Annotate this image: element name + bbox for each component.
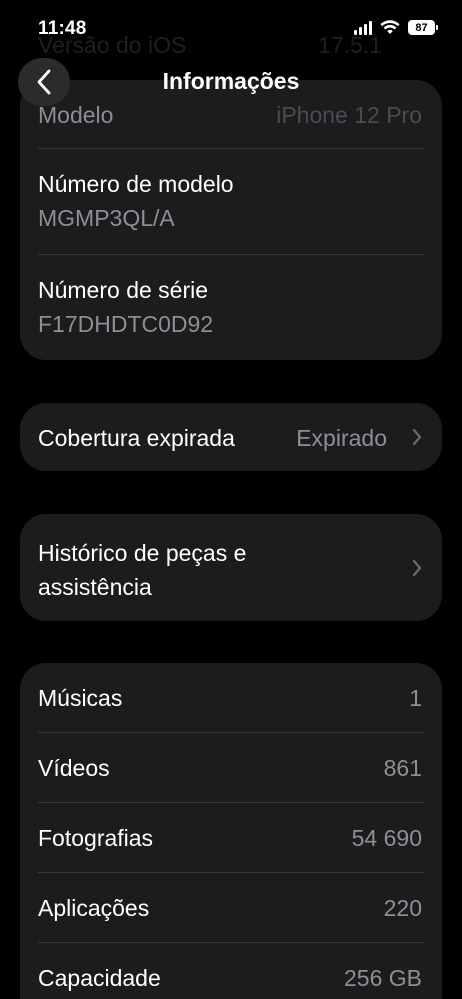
coverage-value: Expirado [296,425,387,451]
stat-label: Capacidade [38,965,161,991]
coverage-label: Cobertura expirada [38,425,235,451]
coverage-row[interactable]: Cobertura expirada Expirado [20,403,442,471]
model-number-row[interactable]: Número de modelo MGMP3QL/A [20,149,442,255]
device-info-card: Modelo iPhone 12 Pro Número de modelo MG… [20,80,442,360]
stat-label: Fotografias [38,825,154,851]
parts-service-history-row[interactable]: Histórico de peças e assistência [20,514,442,621]
model-number-value: MGMP3QL/A [38,205,175,231]
stat-row-music: Músicas 1 [20,663,442,733]
stat-row-videos: Vídeos 861 [20,733,442,803]
status-time: 11:48 [38,18,87,39]
chevron-right-icon [412,428,422,446]
stat-value: 54 690 [351,825,422,851]
navigation-bar: Informações [0,58,462,108]
stat-value: 1 [409,685,422,711]
stat-row-photos: Fotografias 54 690 [20,803,442,873]
model-number-label: Número de modelo [38,171,234,197]
stat-row-apps: Aplicações 220 [20,873,442,943]
stat-label: Aplicações [38,895,150,921]
chevron-right-icon [412,559,422,577]
media-stats-card: Músicas 1 Vídeos 861 Fotografias 54 690 … [20,663,442,999]
page-title: Informações [162,68,300,94]
battery-icon: 87 [408,20,438,35]
stat-row-capacity: Capacidade 256 GB [20,943,442,999]
serial-number-value: F17DHDTC0D92 [38,311,214,337]
cellular-signal-icon [354,20,372,35]
stat-value: 220 [383,895,422,921]
status-icons: 87 [354,20,438,35]
serial-number-label: Número de série [38,277,209,303]
serial-number-row[interactable]: Número de série F17DHDTC0D92 [20,255,442,360]
stat-label: Músicas [38,685,123,711]
battery-level: 87 [408,20,435,35]
stat-label: Vídeos [38,755,110,781]
stat-value: 861 [383,755,422,781]
wifi-icon [380,20,400,34]
status-bar: 11:48 87 [0,0,462,60]
parts-service-history-label: Histórico de peças e assistência [38,540,247,600]
stat-value: 256 GB [344,965,422,991]
